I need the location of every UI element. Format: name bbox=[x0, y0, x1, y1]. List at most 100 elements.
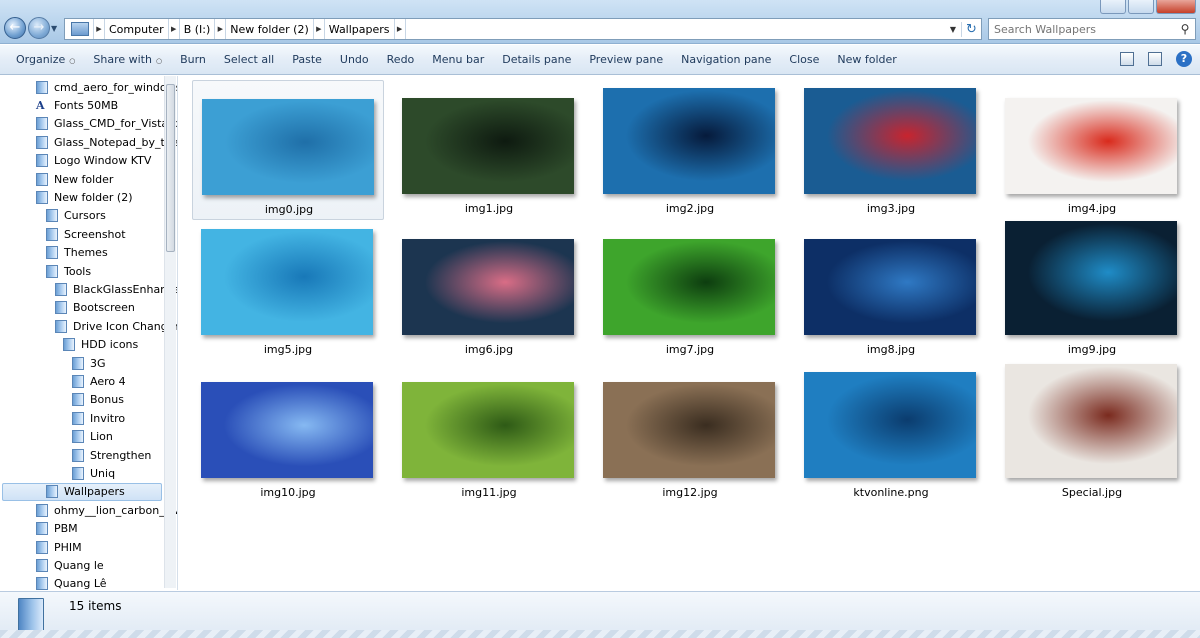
file-tile[interactable]: img8.jpg bbox=[795, 221, 987, 361]
file-tile[interactable]: img0.jpg bbox=[192, 80, 384, 220]
tree-item-label: Quang le bbox=[54, 558, 104, 572]
tree-item-label: Screenshot bbox=[64, 227, 126, 241]
tree-item[interactable]: Wallpapers bbox=[2, 482, 162, 501]
close-button[interactable]: Close bbox=[780, 53, 828, 66]
chevron-right-icon[interactable]: ▶ bbox=[393, 19, 406, 39]
preview-pane-button[interactable]: Preview pane bbox=[580, 53, 672, 66]
tree-item[interactable]: Quang le bbox=[36, 556, 104, 574]
file-tile[interactable]: ktvonline.png bbox=[795, 364, 987, 504]
breadcrumb-computer[interactable]: Computer bbox=[105, 23, 168, 36]
refresh-icon[interactable]: ↻ bbox=[961, 21, 981, 37]
redo-button[interactable]: Redo bbox=[378, 53, 424, 66]
search-input[interactable] bbox=[989, 22, 1175, 36]
image-thumbnail bbox=[603, 239, 775, 335]
tree-item[interactable]: Tools bbox=[46, 262, 91, 280]
status-stripe bbox=[0, 630, 1200, 638]
chevron-right-icon[interactable]: ▶ bbox=[214, 19, 227, 39]
chevron-right-icon[interactable]: ▶ bbox=[93, 19, 105, 39]
tree-item[interactable]: Quang Lê bbox=[36, 575, 107, 590]
tree-item[interactable]: Screenshot bbox=[46, 225, 126, 243]
folder-icon bbox=[63, 338, 75, 352]
file-tile[interactable]: img11.jpg bbox=[393, 364, 585, 504]
tree-item[interactable]: ohmy__lion_carbon__w bbox=[36, 501, 177, 519]
tree-item[interactable]: cmd_aero_for_windows_ bbox=[36, 78, 177, 96]
preview-pane-icon[interactable] bbox=[1148, 52, 1162, 66]
navigation-pane[interactable]: cmd_aero_for_windows_ A Fonts 50MB Glass_CM… bbox=[0, 76, 178, 590]
minimize-button[interactable] bbox=[1100, 0, 1126, 14]
tree-item[interactable]: HDD icons bbox=[63, 336, 138, 354]
tree-item[interactable]: Themes bbox=[46, 244, 108, 262]
share-with-menu[interactable]: Share with ○ bbox=[84, 53, 171, 66]
breadcrumb-drive[interactable]: B (I:) bbox=[180, 23, 215, 36]
scrollbar-thumb[interactable] bbox=[166, 84, 175, 252]
tree-item[interactable]: Cursors bbox=[46, 207, 106, 225]
file-tile[interactable]: img2.jpg bbox=[594, 80, 786, 220]
folder-icon bbox=[36, 154, 48, 168]
file-tile[interactable]: img4.jpg bbox=[996, 80, 1188, 220]
tree-item[interactable]: Glass_Notepad_by_thek bbox=[36, 133, 177, 151]
tree-item[interactable]: Drive Icon Changer bbox=[55, 317, 177, 335]
tree-item[interactable]: Lion bbox=[72, 428, 113, 446]
tree-item[interactable]: New folder (2) bbox=[36, 188, 133, 206]
file-tile[interactable]: img12.jpg bbox=[594, 364, 786, 504]
search-box[interactable]: ⚲ bbox=[988, 18, 1196, 40]
help-icon[interactable]: ? bbox=[1176, 51, 1192, 67]
file-tile[interactable]: Special.jpg bbox=[996, 364, 1188, 504]
back-button[interactable]: ← bbox=[4, 17, 26, 39]
file-tile[interactable]: img6.jpg bbox=[393, 221, 585, 361]
tree-item[interactable]: PBM bbox=[36, 520, 78, 538]
paste-button[interactable]: Paste bbox=[283, 53, 331, 66]
new-folder-button[interactable]: New folder bbox=[828, 53, 905, 66]
tree-item-label: Uniq bbox=[90, 466, 116, 480]
breadcrumb-wallpapers[interactable]: Wallpapers bbox=[325, 23, 394, 36]
file-tile[interactable]: img3.jpg bbox=[795, 80, 987, 220]
file-tile[interactable]: img10.jpg bbox=[192, 364, 384, 504]
tree-item[interactable]: Logo Window KTV bbox=[36, 152, 151, 170]
forward-button[interactable]: → bbox=[28, 17, 50, 39]
file-tile[interactable]: img1.jpg bbox=[393, 80, 585, 220]
organize-menu[interactable]: Organize ○ bbox=[7, 53, 84, 66]
address-dropdown-icon[interactable]: ▼ bbox=[945, 25, 961, 34]
command-bar: Organize ○ Share with ○ Burn Select all Pa… bbox=[0, 45, 1200, 75]
search-icon[interactable]: ⚲ bbox=[1175, 22, 1195, 36]
menu-bar-button[interactable]: Menu bar bbox=[423, 53, 493, 66]
tree-item[interactable]: A Fonts 50MB bbox=[36, 96, 118, 114]
tree-item[interactable]: Uniq bbox=[72, 464, 115, 482]
select-all-button[interactable]: Select all bbox=[215, 53, 283, 66]
undo-button[interactable]: Undo bbox=[331, 53, 378, 66]
tree-item-label: Wallpapers bbox=[64, 485, 125, 499]
tree-item[interactable]: 3G bbox=[72, 354, 106, 372]
recent-pages-dropdown-icon[interactable]: ▼ bbox=[51, 24, 57, 33]
folder-icon bbox=[72, 393, 84, 407]
tree-item[interactable]: Strengthen bbox=[72, 446, 151, 464]
tree-item[interactable]: Invitro bbox=[72, 409, 125, 427]
file-tile[interactable]: img9.jpg bbox=[996, 221, 1188, 361]
tree-item[interactable]: BlackGlassEnhancec bbox=[55, 280, 177, 298]
chevron-right-icon[interactable]: ▶ bbox=[167, 19, 180, 39]
tree-item[interactable]: PHIM bbox=[36, 538, 82, 556]
file-name: img5.jpg bbox=[263, 343, 313, 356]
details-pane-button[interactable]: Details pane bbox=[493, 53, 580, 66]
chevron-right-icon[interactable]: ▶ bbox=[312, 19, 325, 39]
file-name: Special.jpg bbox=[1061, 486, 1123, 499]
tree-item[interactable]: New folder bbox=[36, 170, 113, 188]
tree-item-label: 3G bbox=[90, 356, 106, 370]
address-bar[interactable]: ▶ Computer ▶ B (I:) ▶ New folder (2) ▶ W… bbox=[64, 18, 982, 40]
nav-scrollbar[interactable] bbox=[164, 76, 176, 588]
tree-item[interactable]: Bonus bbox=[72, 391, 124, 409]
close-window-button[interactable] bbox=[1156, 0, 1196, 14]
tree-item[interactable]: Bootscreen bbox=[55, 299, 135, 317]
file-tile[interactable]: img5.jpg bbox=[192, 221, 384, 361]
tree-item-label: Glass_CMD_for_Vista_by bbox=[54, 117, 178, 131]
burn-button[interactable]: Burn bbox=[171, 53, 215, 66]
file-tile[interactable]: img7.jpg bbox=[594, 221, 786, 361]
maximize-button[interactable] bbox=[1128, 0, 1154, 14]
breadcrumb-new-folder-2[interactable]: New folder (2) bbox=[226, 23, 313, 36]
change-view-icon[interactable] bbox=[1120, 52, 1134, 66]
tree-item-label: PBM bbox=[54, 522, 78, 536]
tree-item[interactable]: Aero 4 bbox=[72, 372, 126, 390]
tree-item[interactable]: Glass_CMD_for_Vista_by bbox=[36, 115, 178, 133]
navigation-pane-button[interactable]: Navigation pane bbox=[672, 53, 780, 66]
folder-icon bbox=[18, 598, 44, 632]
image-thumbnail bbox=[201, 229, 373, 335]
